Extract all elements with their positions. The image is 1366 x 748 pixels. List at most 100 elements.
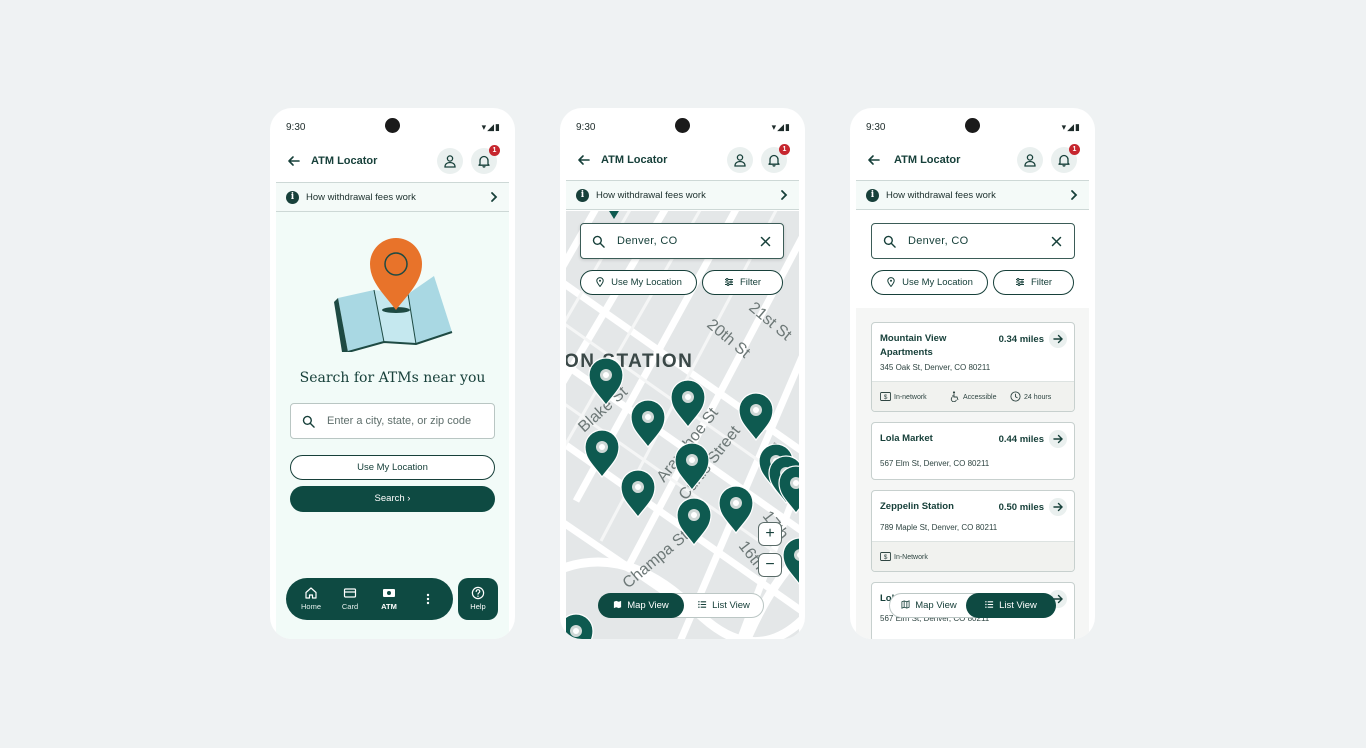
notification-badge: 1 xyxy=(1069,144,1080,155)
bottom-navigation: Home Card ATM xyxy=(286,578,453,620)
nav-card[interactable]: Card xyxy=(333,586,367,611)
notifications-button[interactable]: 1 xyxy=(471,145,500,174)
help-button[interactable]: Help xyxy=(458,578,498,620)
list-view-label: List View xyxy=(999,600,1037,611)
arrow-right-icon xyxy=(1053,502,1063,512)
atm-distance: 0.44 miles xyxy=(998,434,1044,445)
home-icon xyxy=(305,587,317,599)
location-search-field[interactable] xyxy=(290,403,495,439)
withdrawal-fees-link[interactable]: i How withdrawal fees work xyxy=(566,180,799,210)
dollar-icon: $ xyxy=(880,392,891,401)
withdrawal-fees-link[interactable]: i How withdrawal fees work xyxy=(856,180,1089,210)
nav-atm[interactable]: ATM xyxy=(372,586,406,611)
nav-home-label: Home xyxy=(300,602,321,611)
location-search-field[interactable]: Denver, CO xyxy=(580,223,784,259)
use-my-location-label: Use My Location xyxy=(611,277,682,288)
search-icon xyxy=(592,235,605,248)
list-icon xyxy=(985,601,994,608)
result-card[interactable]: Zeppelin Station 0.50 miles 789 Maple St… xyxy=(871,490,1075,572)
back-arrow-icon[interactable] xyxy=(286,153,302,169)
withdrawal-fees-label: How withdrawal fees work xyxy=(886,190,996,201)
result-arrow-button[interactable] xyxy=(1049,498,1067,516)
info-icon: i xyxy=(576,189,589,202)
app-bar: ATM Locator 1 xyxy=(560,143,805,179)
atm-map-pin[interactable] xyxy=(718,485,754,534)
view-toggle: Map View List View xyxy=(889,593,1056,618)
use-my-location-chip[interactable]: Use My Location xyxy=(580,270,697,295)
profile-button[interactable] xyxy=(1017,147,1043,173)
result-card[interactable]: Mountain View Apartments 0.34 miles 345 … xyxy=(871,322,1075,412)
map-pin-illustration xyxy=(334,238,453,352)
profile-button[interactable] xyxy=(727,147,753,173)
filter-chip[interactable]: Filter xyxy=(702,270,783,295)
result-arrow-button[interactable] xyxy=(1049,430,1067,448)
signal-battery-icon: ▾◢▮ xyxy=(481,122,501,132)
atm-map-pin[interactable] xyxy=(566,613,594,639)
camera-cutout xyxy=(675,118,690,133)
more-icon xyxy=(426,593,430,605)
search-icon xyxy=(302,415,315,428)
filter-chip[interactable]: Filter xyxy=(993,270,1074,295)
atm-icon xyxy=(383,589,395,597)
use-my-location-button[interactable]: Use My Location xyxy=(290,455,495,480)
status-bar: 9:30 ▾◢▮ xyxy=(560,108,805,144)
help-icon xyxy=(471,586,485,600)
search-icon xyxy=(883,235,896,248)
info-icon: i xyxy=(866,189,879,202)
atm-map-pin[interactable] xyxy=(620,469,656,518)
notifications-button[interactable]: 1 xyxy=(761,144,790,173)
location-search-field[interactable]: Denver, CO xyxy=(871,223,1075,259)
nav-more[interactable] xyxy=(411,592,445,608)
search-button[interactable]: Search › xyxy=(290,486,495,512)
clear-icon[interactable] xyxy=(1051,236,1062,247)
map-view-label: Map View xyxy=(627,600,669,611)
feature-row: $ In-network Accessible 24 hours xyxy=(872,381,1074,411)
clear-icon[interactable] xyxy=(760,236,771,247)
result-arrow-button[interactable] xyxy=(1049,330,1067,348)
list-view-tab[interactable]: List View xyxy=(966,593,1056,618)
arrow-right-icon xyxy=(1053,334,1063,344)
feature-24-hours: 24 hours xyxy=(1010,391,1051,402)
bell-icon xyxy=(768,154,780,167)
search-body: Search for ATMs near you Use My Location… xyxy=(276,212,509,639)
status-time: 9:30 xyxy=(286,122,306,133)
use-my-location-chip[interactable]: Use My Location xyxy=(871,270,988,295)
signal-battery-icon: ▾◢▮ xyxy=(1061,122,1081,132)
map-view-tab[interactable]: Map View xyxy=(598,593,684,618)
chevron-right-icon xyxy=(491,192,498,202)
profile-button[interactable] xyxy=(437,148,463,174)
results-list: Mountain View Apartments 0.34 miles 345 … xyxy=(856,308,1089,639)
result-card[interactable]: Lola Market 0.44 miles 567 Elm St, Denve… xyxy=(871,422,1075,480)
back-arrow-icon[interactable] xyxy=(576,152,592,168)
arrow-right-icon xyxy=(1053,434,1063,444)
atm-distance: 0.34 miles xyxy=(998,334,1044,345)
page-title: ATM Locator xyxy=(311,155,378,167)
feature-row: $ In-Network xyxy=(872,541,1074,571)
feature-in-network: $ In-network xyxy=(880,391,927,402)
user-icon xyxy=(1024,154,1036,167)
map-icon xyxy=(614,600,622,609)
feature-accessible: Accessible xyxy=(949,391,996,402)
map-view-tab[interactable]: Map View xyxy=(889,593,969,618)
atm-address: 789 Maple St, Denver, CO 80211 xyxy=(880,523,998,532)
atm-map-pin[interactable] xyxy=(630,399,666,448)
location-search-input[interactable] xyxy=(327,412,489,430)
view-toggle: Map View List View xyxy=(598,593,764,618)
signal-battery-icon: ▾◢▮ xyxy=(771,122,791,132)
withdrawal-fees-link[interactable]: i How withdrawal fees work xyxy=(276,182,509,212)
chevron-right-icon xyxy=(781,190,788,200)
zoom-out-button[interactable]: − xyxy=(758,553,782,577)
search-value[interactable]: Denver, CO xyxy=(908,235,968,247)
zoom-in-button[interactable]: + xyxy=(758,522,782,546)
accessible-icon xyxy=(950,391,959,402)
notifications-button[interactable]: 1 xyxy=(1051,144,1080,173)
list-icon xyxy=(698,601,707,608)
location-pin-icon xyxy=(596,277,604,287)
atm-name: Mountain View Apartments xyxy=(880,333,947,358)
status-time: 9:30 xyxy=(866,122,886,133)
status-bar: 9:30 ▾◢▮ xyxy=(270,108,515,144)
list-view-tab[interactable]: List View xyxy=(684,593,764,618)
search-value[interactable]: Denver, CO xyxy=(617,235,677,247)
nav-home[interactable]: Home xyxy=(294,586,328,611)
back-arrow-icon[interactable] xyxy=(866,152,882,168)
